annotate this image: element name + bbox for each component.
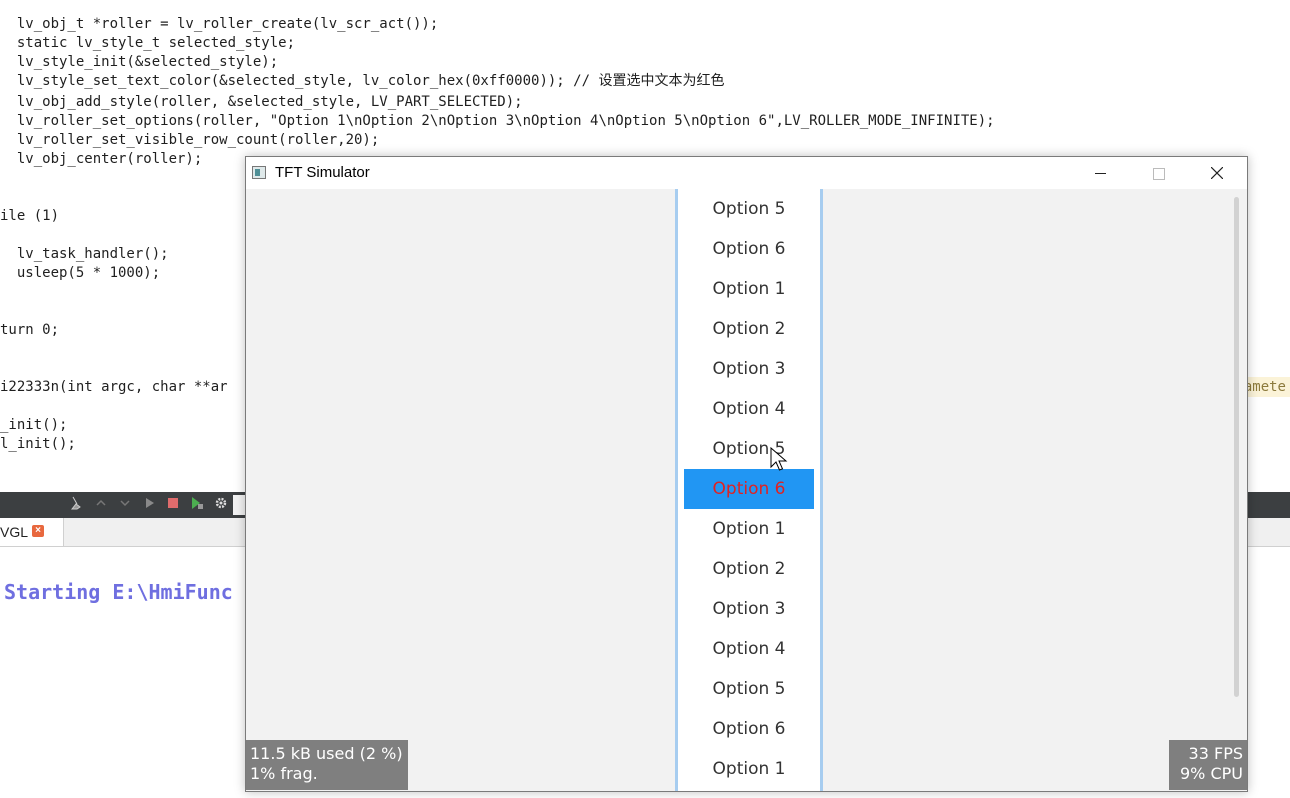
code-line: lv_obj_add_style(roller, &selected_style… bbox=[0, 94, 523, 110]
minimize-button[interactable] bbox=[1072, 157, 1130, 189]
down-icon[interactable] bbox=[116, 496, 134, 514]
code-line: ile (1) bbox=[0, 208, 60, 224]
cpu-readout: 9% CPU bbox=[1180, 764, 1243, 783]
window-title: TFT Simulator bbox=[275, 164, 370, 181]
scrollbar[interactable] bbox=[1234, 197, 1239, 697]
roller-option[interactable]: Option 4 bbox=[678, 389, 820, 429]
maximize-button[interactable] bbox=[1130, 157, 1188, 189]
roller-selected-highlight[interactable]: Option 6 bbox=[684, 469, 814, 509]
simulator-screen: Option 5 Option 6 Option 1 Option 2 Opti… bbox=[246, 189, 1247, 791]
up-icon[interactable] bbox=[92, 496, 110, 514]
attach-icon[interactable] bbox=[188, 496, 206, 514]
title-bar[interactable]: TFT Simulator bbox=[246, 157, 1247, 189]
app-icon bbox=[252, 166, 266, 179]
code-line: lv_task_handler(); bbox=[0, 246, 169, 262]
code-line: usleep(5 * 1000); bbox=[0, 265, 161, 281]
roller-option[interactable]: Option 1 bbox=[678, 509, 820, 549]
run-icon[interactable] bbox=[140, 496, 158, 514]
console-output: Starting E:\HmiFunc bbox=[4, 580, 233, 604]
roller-option[interactable]: Option 2 bbox=[678, 549, 820, 589]
code-line: static lv_style_t selected_style; bbox=[0, 35, 296, 51]
code-line: _init(); bbox=[0, 417, 68, 433]
fps-readout: 33 FPS bbox=[1188, 744, 1243, 763]
roller-option[interactable]: Option 5 bbox=[678, 189, 820, 229]
code-line: lv_obj_center(roller); bbox=[0, 151, 203, 167]
code-line: lv_roller_set_options(roller, "Option 1\… bbox=[0, 113, 995, 129]
performance-monitor: 33 FPS 9% CPU bbox=[1169, 740, 1247, 790]
broom-icon[interactable] bbox=[68, 496, 86, 514]
code-line: l_init(); bbox=[0, 436, 76, 452]
memory-fragmentation: 1% frag. bbox=[250, 764, 318, 783]
tft-simulator-window: TFT Simulator Option 5 Option 6 Option 1… bbox=[245, 156, 1248, 792]
roller-option[interactable]: Option 5 bbox=[678, 669, 820, 709]
roller-option[interactable]: Option 4 bbox=[678, 629, 820, 669]
memory-monitor: 11.5 kB used (2 %) 1% frag. bbox=[246, 740, 408, 790]
code-line: lv_roller_set_visible_row_count(roller,2… bbox=[0, 132, 380, 148]
roller-option[interactable]: Option 3 bbox=[678, 589, 820, 629]
close-icon bbox=[1210, 166, 1224, 180]
close-icon[interactable]: × bbox=[32, 525, 44, 537]
roller-option[interactable]: Option 6 bbox=[678, 229, 820, 269]
roller-option[interactable]: Option 1 bbox=[678, 749, 820, 789]
code-line: lv_style_init(&selected_style); bbox=[0, 54, 279, 70]
roller-option[interactable]: Option 3 bbox=[678, 349, 820, 389]
gear-icon[interactable] bbox=[212, 496, 230, 514]
tab-label: VGL bbox=[0, 524, 29, 540]
roller-selected-option: Option 6 bbox=[712, 479, 786, 499]
mouse-pointer-icon bbox=[770, 447, 788, 471]
stop-icon[interactable] bbox=[164, 496, 182, 514]
tab-run-lvgl[interactable]: VGL × bbox=[0, 518, 64, 546]
close-button[interactable] bbox=[1188, 157, 1246, 189]
code-line: lv_obj_t *roller = lv_roller_create(lv_s… bbox=[0, 16, 439, 32]
roller-option[interactable]: Option 2 bbox=[678, 309, 820, 349]
roller-option[interactable]: Option 6 bbox=[678, 709, 820, 749]
memory-used: 11.5 kB used (2 %) bbox=[250, 744, 403, 763]
roller-option[interactable]: Option 1 bbox=[678, 269, 820, 309]
roller-option[interactable]: Option 5 bbox=[678, 429, 820, 469]
code-line: lv_style_set_text_color(&selected_style,… bbox=[0, 73, 725, 89]
code-line: i22333n(int argc, char **ar bbox=[0, 379, 228, 395]
code-line: turn 0; bbox=[0, 322, 60, 338]
roller[interactable]: Option 5 Option 6 Option 1 Option 2 Opti… bbox=[675, 189, 823, 791]
